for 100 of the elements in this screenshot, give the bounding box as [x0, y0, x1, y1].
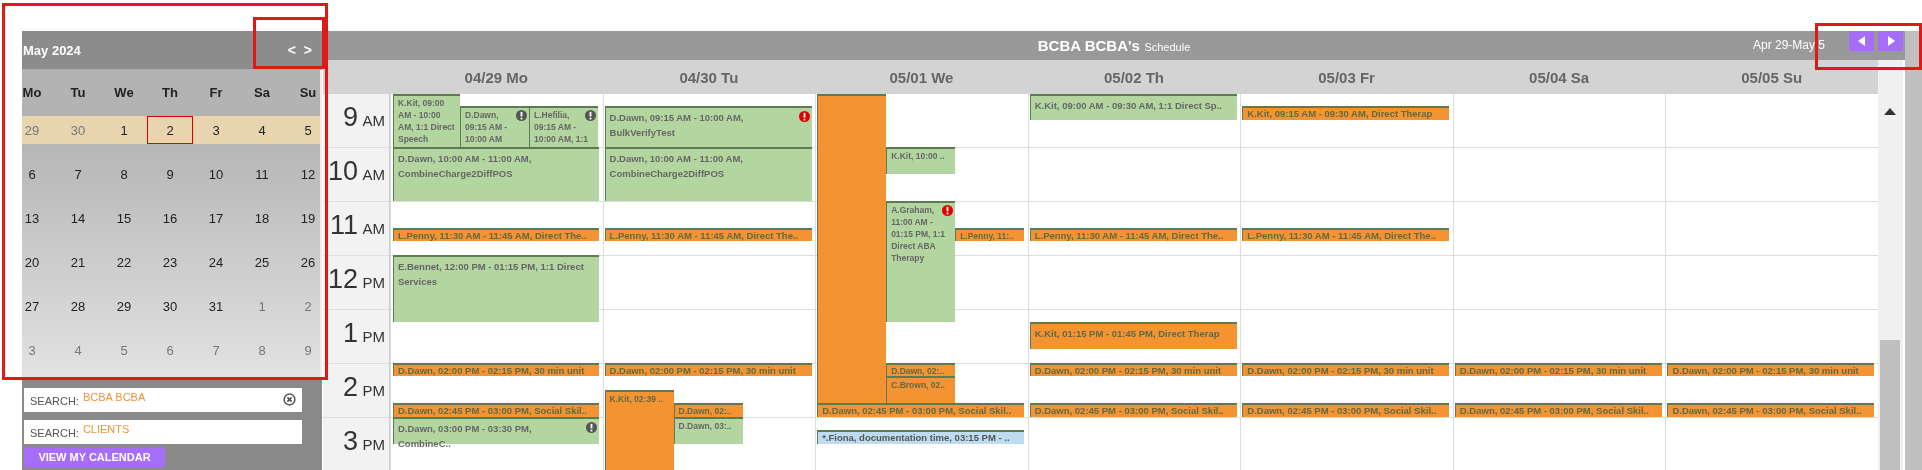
appointment-block[interactable]: A.Graham, 11:00 AM - 01:15 PM, 1:1 Direct ABA Therapy	[886, 201, 956, 322]
next-week-button[interactable]	[1878, 31, 1903, 51]
calendar-day[interactable]: 5	[101, 336, 147, 364]
calendar-day[interactable]: 19	[285, 204, 320, 232]
calendar-day[interactable]: 27	[22, 292, 55, 320]
view-calendar-button[interactable]: VIEW MY CALENDAR	[24, 447, 165, 467]
calendar-day[interactable]: 16	[147, 204, 193, 232]
calendar-day[interactable]: 26	[285, 248, 320, 276]
appointment-text: D.Dawn, 02:00 PM - 02:15 PM, 30 min unit	[1034, 365, 1222, 376]
appointment-block[interactable]: L.Penny, 11:..	[955, 228, 1025, 241]
calendar-day[interactable]: 30	[55, 116, 101, 144]
appointment-block[interactable]: D.Dawn, 03:..	[673, 417, 743, 444]
calendar-day[interactable]: 8	[101, 160, 147, 188]
appointment-block[interactable]: D.Dawn, 02:00 PM - 02:15 PM, 30 min unit	[1667, 363, 1875, 376]
calendar-day[interactable]: 9	[147, 160, 193, 188]
appointment-block[interactable]: K.Kit, 10:00 ..	[886, 147, 956, 174]
appointment-block[interactable]: D.Dawn, 10:00 AM - 11:00 AM, CombineCharge2DiffPOS	[393, 147, 599, 201]
appointment-text: L.Penny, 11:30 AM - 11:45 AM, Direct The..	[1034, 230, 1224, 241]
appointment-block[interactable]: K.Kit, 01:15 PM - 01:45 PM, Direct Therap	[1029, 322, 1237, 349]
appointment-block[interactable]: D.Dawn, 02:45 PM - 03:00 PM, Social Skil..	[1454, 403, 1662, 417]
calendar-day[interactable]: 1	[239, 292, 285, 320]
appointment-block[interactable]: *.Fiona, documentation time, 03:15 PM - ..	[817, 430, 1025, 444]
calendar-day[interactable]: 6	[147, 336, 193, 364]
appointment-block[interactable]: D.Dawn, 02:..	[886, 363, 956, 376]
calendar-day[interactable]: 28	[55, 292, 101, 320]
calendar-day[interactable]: 29	[22, 116, 55, 144]
hour-label: 12 PM	[328, 264, 385, 294]
calendar-day[interactable]: 4	[55, 336, 101, 364]
page-scrollbar[interactable]	[1905, 31, 1922, 470]
calendar-day[interactable]: 4	[239, 116, 285, 144]
appointment-block[interactable]: D.Dawn, 02:45 PM - 03:00 PM, Social Skil..	[393, 403, 599, 417]
appointment-block[interactable]: D.Dawn, 02:00 PM - 02:15 PM, 30 min unit	[1029, 363, 1237, 376]
month-nav-button[interactable]: >	[301, 42, 314, 58]
month-nav-button[interactable]: <	[285, 42, 298, 58]
day-header: 05/02 Th	[1102, 68, 1165, 86]
calendar-day[interactable]: 23	[147, 248, 193, 276]
calendar-day[interactable]: 31	[193, 292, 239, 320]
calendar-day[interactable]: 8	[239, 336, 285, 364]
appointment-text: D.Dawn, 02:45 PM - 03:00 PM, Social Skil..	[398, 405, 587, 416]
appointment-block[interactable]: L.Penny, 11:30 AM - 11:45 AM, Direct The..	[393, 228, 599, 241]
calendar-day[interactable]: 11	[239, 160, 285, 188]
date-range: Apr 29-May 5	[1752, 38, 1825, 52]
calendar-day[interactable]: 14	[55, 204, 101, 232]
calendar-day[interactable]: 3	[193, 116, 239, 144]
schedule-subtitle: Schedule	[1144, 40, 1191, 53]
hour-label: 3 PM	[343, 426, 385, 456]
appointment-block[interactable]: C.Brown, 02..	[886, 376, 956, 403]
appointment-block[interactable]: L.Hefilia, 09:15 AM - 10:00 AM, 1:1	[529, 106, 598, 147]
appointment-block[interactable]: D.Dawn, 10:00 AM - 11:00 AM, CombineCharge2DiffPOS	[604, 147, 812, 201]
appointment-block[interactable]: D.Dawn, 02:45 PM - 03:00 PM, Social Skil..	[1242, 403, 1450, 417]
appointment-block[interactable]: K.Kit, 09:00 AM - 09:30 AM, 1:1 Direct Sp..	[1029, 94, 1237, 120]
calendar-day[interactable]: 13	[22, 204, 55, 232]
appointment-text: K.Kit, 02:39 ..	[609, 394, 663, 404]
appointment-block[interactable]: D.Dawn, 02:45 PM - 03:00 PM, Social Skil..	[1667, 403, 1875, 417]
appointment-block[interactable]: K.Kit, 09:15 AM - 09:30 AM, Direct Therap	[1242, 106, 1450, 120]
search-field[interactable]: CLIENTS	[82, 420, 302, 444]
day-header: 05/05 Su	[1740, 68, 1804, 86]
calendar-day[interactable]: 1	[101, 116, 147, 144]
appointment-block[interactable]: D.Dawn, 02:00 PM - 02:15 PM, 30 min unit	[1242, 363, 1450, 376]
appointment-block[interactable]: E.Bennet, 12:00 PM - 01:15 PM, 1:1 Direct Services	[393, 255, 599, 322]
appointment-block[interactable]: D.Dawn, 02:00 PM - 02:15 PM, 30 min unit	[393, 363, 599, 376]
clear-icon[interactable]	[283, 388, 302, 412]
calendar-day[interactable]: 7	[193, 336, 239, 364]
calendar-day[interactable]: 15	[101, 204, 147, 232]
calendar-day[interactable]: 6	[22, 160, 55, 188]
calendar-day[interactable]: 18	[239, 204, 285, 232]
appointment-block[interactable]: L.Penny, 11:30 AM - 11:45 AM, Direct The..	[1242, 228, 1450, 241]
calendar-day[interactable]: 2	[285, 292, 320, 320]
calendar-day[interactable]: 9	[285, 336, 320, 364]
calendar-day[interactable]: 30	[147, 292, 193, 320]
search-field[interactable]: BCBA BCBA	[82, 388, 283, 412]
calendar-day[interactable]: 5	[285, 116, 320, 144]
appointment-block[interactable]: D.Dawn, 02:45 PM - 03:00 PM, Social Skil..	[817, 403, 1025, 417]
appointment-block[interactable]: D.Dawn, 02:..	[673, 403, 743, 417]
calendar-day[interactable]: 25	[239, 248, 285, 276]
calendar-day[interactable]: 7	[55, 160, 101, 188]
previous-week-button[interactable]	[1849, 31, 1874, 51]
hour-label: 1 PM	[343, 318, 385, 348]
appointment-block[interactable]: D.Dawn, 02:45 PM - 03:00 PM, Social Skil..	[1029, 403, 1237, 417]
appointment-block[interactable]: D.Dawn, 02:00 PM - 02:15 PM, 30 min unit	[1454, 363, 1662, 376]
scroll-thumb[interactable]	[1880, 340, 1900, 470]
calendar-day[interactable]: 20	[22, 248, 55, 276]
calendar-day[interactable]: 24	[193, 248, 239, 276]
calendar-day[interactable]: 10	[193, 160, 239, 188]
calendar-day[interactable]: 29	[101, 292, 147, 320]
appointment-block[interactable]: K.Kit, 02:39 ..	[604, 390, 674, 470]
scroll-up-icon[interactable]	[1884, 108, 1896, 115]
appointment-block[interactable]: D.Dawn, 09:15 AM - 10:00 AM, BulkVerifyTest	[604, 106, 812, 147]
appointment-block[interactable]: D.Dawn, 02:00 PM - 02:15 PM, 30 min unit	[604, 363, 812, 376]
appointment-block[interactable]: D.Dawn, 09:15 AM - 10:00 AM	[460, 106, 529, 147]
calendar-day[interactable]: 22	[101, 248, 147, 276]
calendar-day[interactable]: 21	[55, 248, 101, 276]
appointment-block[interactable]: L.Penny, 11:30 AM - 11:45 AM, Direct The..	[604, 228, 812, 241]
appointment-block[interactable]: L.Penny, 11:30 AM - 11:45 AM, Direct The..	[1029, 228, 1237, 241]
calendar-day[interactable]: 3	[22, 336, 55, 364]
calendar-day[interactable]: 12	[285, 160, 320, 188]
appointment-block[interactable]	[817, 94, 887, 403]
calendar-day[interactable]: 2	[147, 116, 193, 144]
calendar-day[interactable]: 17	[193, 204, 239, 232]
scrollbar[interactable]	[1878, 60, 1903, 470]
